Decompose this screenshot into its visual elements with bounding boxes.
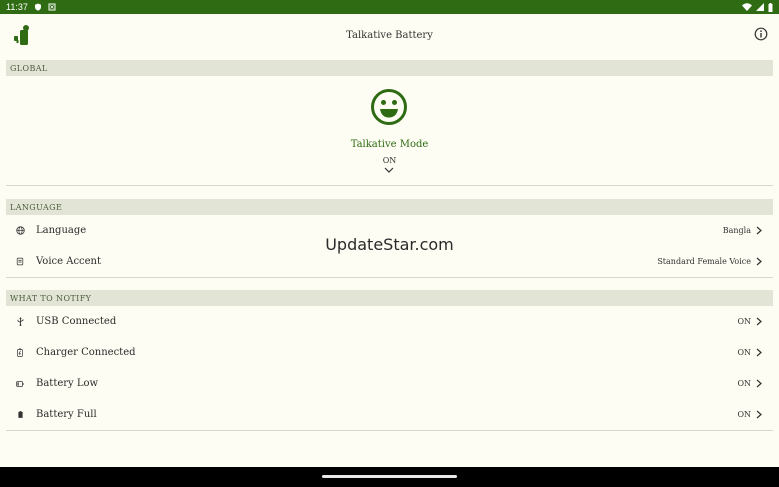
battery-low-icon bbox=[15, 379, 25, 389]
battery-full-label: Battery Full bbox=[36, 409, 97, 420]
chevron-right-icon bbox=[756, 226, 762, 235]
usb-icon bbox=[15, 317, 25, 327]
voice-accent-value: Standard Female Voice bbox=[657, 257, 751, 266]
divider bbox=[6, 277, 773, 278]
status-time: 11:37 bbox=[6, 2, 28, 12]
globe-icon bbox=[15, 226, 25, 236]
usb-connected-row[interactable]: USB Connected ON bbox=[6, 306, 773, 337]
charger-connected-row[interactable]: Charger Connected ON bbox=[6, 337, 773, 368]
signal-icon bbox=[756, 3, 764, 11]
chevron-right-icon bbox=[756, 410, 762, 419]
notification-icon bbox=[48, 3, 56, 11]
chevron-right-icon bbox=[756, 348, 762, 357]
watermark-text: UpdateStar.com bbox=[325, 235, 454, 254]
charger-connected-label: Charger Connected bbox=[36, 347, 136, 358]
battery-full-value: ON bbox=[737, 410, 751, 419]
section-header-notify: WHAT TO NOTIFY bbox=[6, 290, 773, 306]
battery-low-label: Battery Low bbox=[36, 378, 99, 389]
chevron-right-icon bbox=[756, 379, 762, 388]
battery-status-icon bbox=[768, 2, 773, 12]
section-header-language: LANGUAGE bbox=[6, 199, 773, 215]
smiley-face-icon bbox=[371, 89, 407, 125]
usb-connected-value: ON bbox=[737, 317, 751, 326]
language-value: Bangla bbox=[722, 226, 751, 235]
status-bar: 11:37 bbox=[0, 0, 779, 14]
chevron-down-icon bbox=[384, 167, 394, 173]
section-header-global: GLOBAL bbox=[6, 60, 773, 76]
voice-accent-icon bbox=[15, 257, 25, 267]
usb-connected-label: USB Connected bbox=[36, 316, 117, 327]
shield-icon bbox=[34, 3, 41, 11]
chevron-right-icon bbox=[756, 257, 762, 266]
talkative-mode-value: ON bbox=[382, 156, 397, 165]
app-title: Talkative Battery bbox=[346, 29, 433, 41]
app-bar: Talkative Battery bbox=[0, 14, 779, 56]
voice-accent-label: Voice Accent bbox=[36, 256, 102, 267]
battery-low-value: ON bbox=[737, 379, 751, 388]
navigation-bar bbox=[0, 467, 779, 487]
battery-full-row[interactable]: Battery Full ON bbox=[6, 399, 773, 430]
battery-full-icon bbox=[15, 410, 25, 420]
app-logo-icon bbox=[14, 25, 29, 45]
charger-connected-value: ON bbox=[737, 348, 751, 357]
chevron-right-icon bbox=[756, 317, 762, 326]
talkative-mode-label: Talkative Mode bbox=[350, 139, 429, 150]
battery-low-row[interactable]: Battery Low ON bbox=[6, 368, 773, 399]
charger-icon bbox=[15, 348, 25, 358]
info-icon[interactable] bbox=[754, 27, 768, 41]
talkative-mode-toggle[interactable]: Talkative Mode ON bbox=[6, 76, 773, 186]
divider bbox=[6, 430, 773, 431]
gesture-handle[interactable] bbox=[322, 475, 457, 478]
wifi-icon bbox=[742, 3, 752, 11]
